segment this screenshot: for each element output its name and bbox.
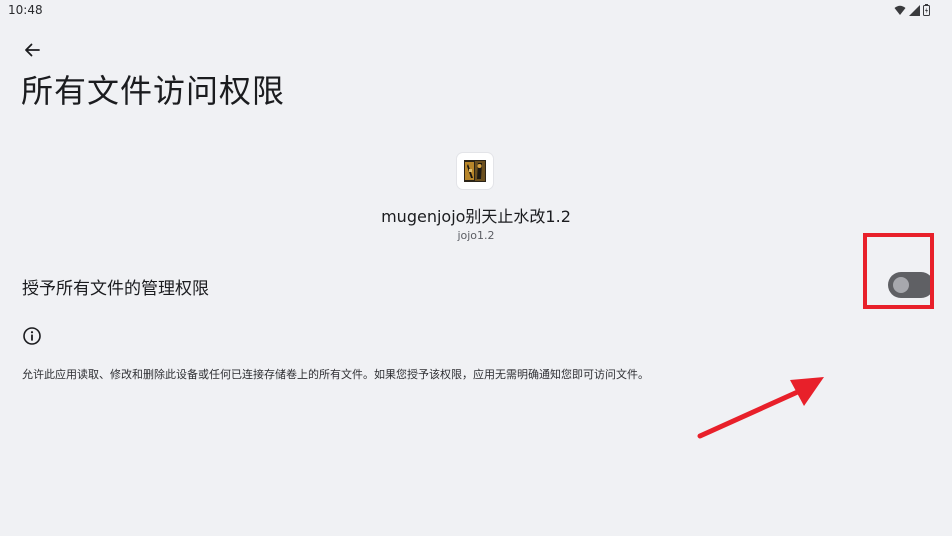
app-version: jojo1.2 [457, 229, 495, 242]
app-icon [457, 153, 493, 189]
arrow-left-icon [25, 43, 40, 57]
page-title: 所有文件访问权限 [21, 72, 286, 110]
screen: 10:48 所有文件访问权限 mugenjojo别天止水改1.2 jojo1.2… [0, 0, 952, 536]
permission-row[interactable]: 授予所有文件的管理权限 [0, 262, 952, 308]
permission-label: 授予所有文件的管理权限 [22, 279, 209, 299]
app-logo-icon [464, 160, 486, 182]
status-icons [894, 4, 930, 16]
battery-icon [923, 4, 930, 16]
signal-icon [909, 4, 920, 16]
app-name: mugenjojo别天止水改1.2 [381, 207, 571, 226]
wifi-icon [894, 5, 906, 15]
permission-description: 允许此应用读取、修改和删除此设备或任何已连接存储卷上的所有文件。如果您授予该权限… [22, 368, 649, 381]
back-button[interactable] [20, 38, 44, 62]
annotation-highlight-box [863, 233, 934, 309]
status-time: 10:48 [8, 3, 43, 17]
info-icon [23, 327, 41, 345]
annotation-arrow-icon [697, 377, 824, 439]
status-bar: 10:48 [0, 0, 952, 22]
